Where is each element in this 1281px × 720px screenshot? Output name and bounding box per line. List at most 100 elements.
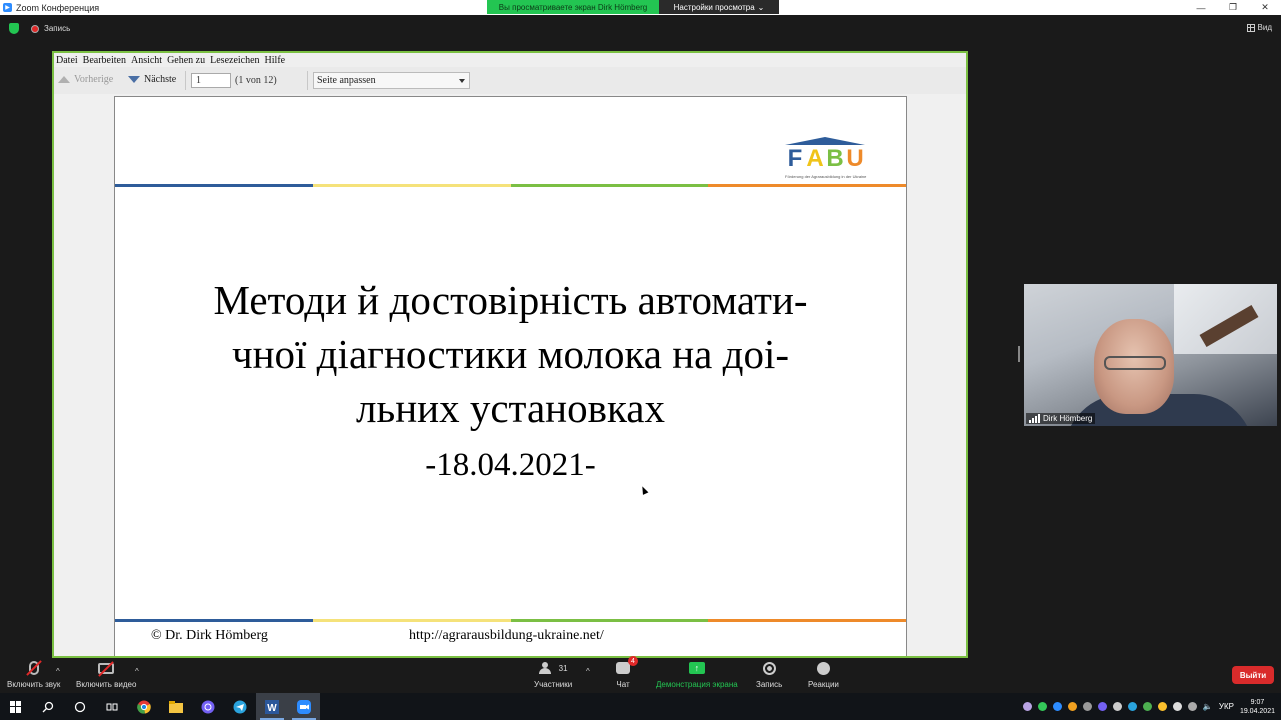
camera-off-icon (98, 660, 115, 677)
unmute-button[interactable]: Включить звук (7, 660, 60, 689)
reactions-button[interactable]: Реакции (808, 660, 839, 689)
participants-button[interactable]: 31 Участники (534, 660, 572, 689)
bottom-color-rule (115, 619, 906, 622)
pdf-toolbar: Vorherige Nächste 1 (1 von 12) Seite anp… (54, 67, 966, 94)
start-button[interactable] (0, 693, 32, 720)
grid-view-icon (1246, 23, 1255, 32)
previous-label: Vorherige (74, 74, 114, 85)
word-icon[interactable]: W (256, 693, 288, 720)
search-icon[interactable] (32, 693, 64, 720)
share-banner: Вы просматриваете экран Dirk Hömberg (487, 0, 659, 14)
reactions-emoji-icon (816, 661, 830, 675)
arrow-up-icon (58, 76, 70, 83)
clock-time: 9:07 (1250, 698, 1265, 706)
close-icon[interactable]: ✕ (1249, 0, 1281, 15)
next-page-button[interactable]: Nächste (128, 74, 176, 85)
previous-page-button[interactable]: Vorherige (58, 74, 113, 85)
chat-badge: 4 (628, 656, 638, 666)
language-indicator[interactable]: УКР (1219, 702, 1234, 711)
slide-page: F A B U Förderung der Agrarausbildung in… (114, 96, 907, 656)
zoom-taskbar-icon[interactable] (288, 693, 320, 720)
maximize-icon[interactable]: ❐ (1217, 0, 1249, 15)
start-video-label: Включить видео (76, 680, 137, 689)
battery-icon[interactable] (1187, 702, 1197, 711)
share-screen-button[interactable]: ↑ Демонстрация экрана (656, 660, 738, 689)
arrow-down-icon (128, 76, 140, 83)
menu-hilfe[interactable]: Hilfe (265, 55, 286, 66)
record-label: Запись (756, 680, 783, 689)
menu-datei[interactable]: Datei (56, 55, 78, 66)
participants-icon (538, 662, 557, 674)
minimize-icon[interactable]: — (1185, 0, 1217, 15)
clock-date: 19.04.2021 (1239, 707, 1275, 715)
menu-bearbeiten[interactable]: Bearbeiten (83, 55, 126, 66)
pen-icon[interactable] (1022, 702, 1032, 711)
logo-roof-icon (785, 137, 865, 145)
viber-tray-icon[interactable] (1097, 702, 1107, 711)
file-explorer-icon[interactable] (160, 693, 192, 720)
view-button[interactable]: Вид (1246, 23, 1272, 32)
slide-url: http://agrarausbildung-ukraine.net/ (409, 628, 604, 643)
menu-ansicht[interactable]: Ansicht (131, 55, 162, 66)
tray-app-icon[interactable] (1067, 702, 1077, 711)
chat-button[interactable]: 4 Чат (616, 656, 638, 689)
windows-logo-icon (10, 700, 22, 713)
clock[interactable]: 9:07 19.04.2021 (1240, 698, 1275, 716)
leave-button[interactable]: Выйти (1232, 666, 1274, 684)
video-options-caret-icon[interactable]: ^ (135, 667, 139, 676)
page-count: (1 von 12) (235, 75, 277, 86)
start-video-button[interactable]: Включить видео (76, 660, 136, 689)
zoom-window: ▶ Zoom Конференция Вы просматриваете экр… (0, 0, 1281, 720)
recording-indicator[interactable]: Запись (31, 24, 70, 33)
zoom-select[interactable]: Seite anpassen (313, 72, 470, 89)
tray-app-icon[interactable] (1037, 702, 1047, 711)
shield-tray-icon[interactable] (1142, 702, 1152, 711)
slide-title: Методи й достовірність автомати- чної ді… (115, 273, 906, 435)
microphone-icon[interactable] (1082, 702, 1092, 711)
window-controls: — ❐ ✕ (1185, 0, 1281, 15)
document-area[interactable]: F A B U Förderung der Agrarausbildung in… (54, 94, 966, 656)
pdf-menu-bar: Datei Bearbeiten Ansicht Gehen zu Leseze… (54, 53, 966, 67)
title-line-2: чної діагностики молока на доі- (231, 331, 789, 377)
tray-app-icon[interactable] (1052, 702, 1062, 711)
tray-app-icon[interactable] (1157, 702, 1167, 711)
volume-icon[interactable]: 🔈 (1203, 702, 1213, 711)
telegram-icon[interactable] (224, 693, 256, 720)
participant-name: Dirk Hömberg (1043, 414, 1093, 423)
window-title: Zoom Конференция (16, 2, 100, 13)
viber-icon[interactable] (192, 693, 224, 720)
participants-options-caret-icon[interactable]: ^ (586, 667, 590, 676)
participants-count: 31 (558, 663, 568, 673)
chevron-down-icon: ⌄ (757, 2, 765, 12)
microphone-muted-icon (25, 660, 42, 676)
record-dot-icon (31, 24, 39, 33)
view-options-button[interactable]: Настройки просмотра ⌄ (659, 0, 779, 14)
telegram-tray-icon[interactable] (1127, 702, 1137, 711)
cortana-icon[interactable] (64, 693, 96, 720)
chrome-icon[interactable] (128, 693, 160, 720)
menu-lesezeichen[interactable]: Lesezeichen (210, 55, 259, 66)
panel-splitter-handle[interactable] (1018, 346, 1020, 362)
task-view-icon[interactable] (96, 693, 128, 720)
view-options-label: Настройки просмотра (673, 2, 755, 12)
page-number-input[interactable]: 1 (191, 73, 231, 88)
record-button[interactable]: Запись (756, 660, 782, 689)
next-label: Nächste (144, 74, 177, 85)
system-tray: 🔈 УКР 9:07 19.04.2021 (1022, 693, 1281, 720)
reactions-label: Реакции (808, 680, 839, 689)
menu-gehen-zu[interactable]: Gehen zu (167, 55, 205, 66)
network-icon[interactable] (1172, 702, 1182, 711)
audio-options-caret-icon[interactable]: ^ (56, 667, 60, 676)
zoom-value: Seite anpassen (317, 75, 376, 86)
participant-video[interactable]: Dirk Hömberg (1024, 284, 1277, 426)
logo-subtitle: Förderung der Agrarausbildung in der Ukr… (785, 174, 867, 179)
monitor-icon[interactable] (1112, 702, 1122, 711)
meeting-controls: Включить звук ^ Включить видео ^ 31 Учас… (0, 656, 1281, 693)
zoom-logo-icon: ▶ (3, 3, 12, 12)
logo-letter: F (787, 145, 803, 172)
security-shield-icon[interactable] (9, 23, 19, 34)
toolbar-divider (185, 71, 186, 90)
logo-letter: U (846, 145, 864, 172)
toolbar-divider (307, 71, 308, 90)
top-color-rule (115, 184, 906, 187)
